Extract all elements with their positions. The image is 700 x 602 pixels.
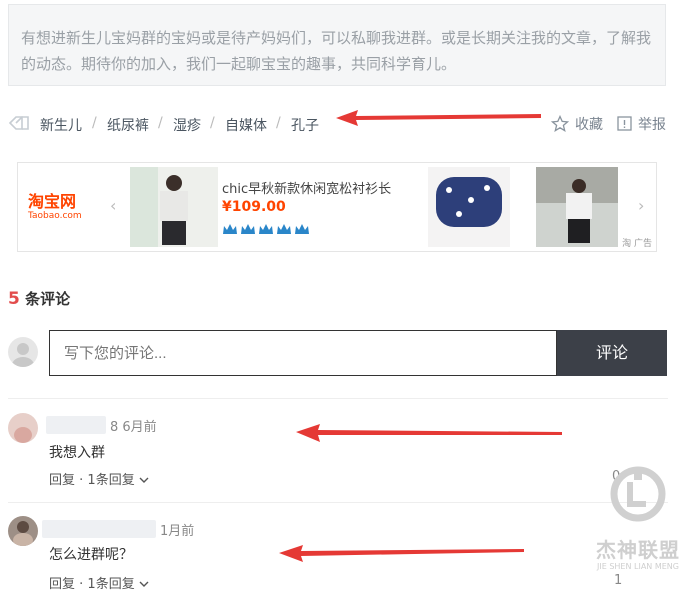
product-image[interactable] (536, 167, 618, 247)
replies-toggle[interactable]: · 1条回复 (79, 577, 149, 592)
comment-text: 怎么进群呢？ (49, 547, 133, 563)
divider (8, 398, 668, 399)
username[interactable] (42, 520, 156, 538)
watermark-logo-icon (610, 466, 666, 522)
chevron-down-icon (139, 477, 149, 483)
star-icon[interactable] (551, 115, 569, 133)
favorite-button[interactable]: 收藏 (575, 114, 603, 134)
comment-actions: 回复 · 1条回复 (49, 573, 149, 592)
comment-actions: 回复 · 1条回复 (49, 469, 149, 488)
tag-separator: / (92, 115, 97, 131)
comments-count-number: 5 (8, 289, 20, 309)
product-image[interactable] (130, 167, 218, 247)
comment-time: 1月前 (160, 524, 195, 539)
seller-rating (222, 221, 312, 235)
tag-link[interactable]: 自媒体 (225, 115, 267, 135)
avatar (8, 516, 38, 546)
taobao-logo: 淘宝网 Taobao.com (28, 192, 82, 222)
comments-count: 5 条评论 (8, 288, 70, 309)
notice-box: 有想进新生儿宝妈群的宝妈或是待产妈妈们，可以私聊我进群。或是长期关注我的文章，了… (8, 4, 666, 86)
avatar (8, 337, 38, 367)
ad-next-button[interactable]: › (638, 196, 644, 215)
ad-prev-button[interactable]: ‹ (110, 196, 116, 215)
ad-label: 淘 广告 (622, 239, 652, 249)
red-arrow-annotation (296, 424, 562, 442)
username[interactable] (46, 416, 106, 434)
product-price: ¥109.00 (222, 199, 286, 215)
red-arrow-annotation (279, 545, 524, 562)
watermark-text: 杰神联盟 (596, 538, 680, 562)
tag-link[interactable]: 新生儿 (40, 115, 82, 135)
notice-text: 有想进新生儿宝妈群的宝妈或是待产妈妈们，可以私聊我进群。或是长期关注我的文章，了… (21, 29, 652, 73)
watermark: 杰神联盟 JIE SHEN LIAN MENG (588, 464, 688, 584)
tag-link[interactable]: 纸尿裤 (107, 115, 149, 135)
tag-link[interactable]: 湿疹 (173, 115, 201, 135)
comment-time: 8 6月前 (110, 420, 157, 435)
red-arrow-annotation (336, 110, 541, 126)
report-button[interactable]: 举报 (638, 114, 666, 134)
reply-button[interactable]: 回复 (49, 577, 75, 592)
tag-icon (8, 116, 29, 130)
comments-count-label: 条评论 (25, 290, 71, 308)
product-image[interactable] (428, 167, 510, 247)
watermark-subtext: JIE SHEN LIAN MENG (597, 562, 679, 571)
report-icon[interactable] (617, 116, 632, 131)
comment-text: 我想入群 (49, 445, 105, 461)
tag-link[interactable]: 孔子 (291, 115, 319, 135)
ad-banner[interactable]: 淘宝网 Taobao.com ‹ chic早秋新款休闲宽松衬衫长 ¥109.00 (17, 162, 657, 252)
avatar (8, 413, 38, 443)
replies-toggle[interactable]: · 1条回复 (79, 473, 149, 488)
comment-input[interactable] (49, 330, 557, 376)
chevron-down-icon (139, 581, 149, 587)
crown-icon (223, 224, 309, 234)
tag-separator: / (276, 115, 281, 131)
submit-comment-button[interactable]: 评论 (557, 330, 667, 376)
tag-separator: / (158, 115, 163, 131)
divider (8, 502, 668, 503)
reply-button[interactable]: 回复 (49, 473, 75, 488)
tag-separator: / (210, 115, 215, 131)
product-title[interactable]: chic早秋新款休闲宽松衬衫长 (222, 178, 391, 197)
